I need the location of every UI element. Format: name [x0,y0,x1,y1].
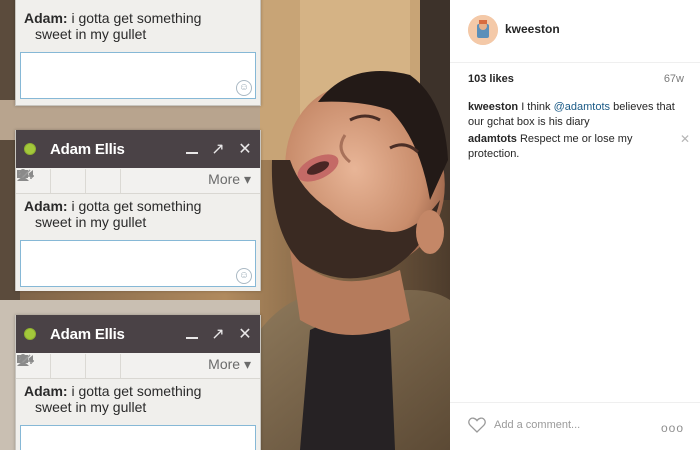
more-menu[interactable]: More ▾ [208,171,251,188]
add-person-icon[interactable] [17,353,121,378]
more-options-icon[interactable]: ooo [661,421,684,435]
chat-message: Adam: i gotta get something sweet in my … [16,194,260,230]
chat-header[interactable]: Adam Ellis ↗ ✕ [16,315,260,353]
close-icon[interactable]: ✕ [238,324,252,344]
chat-box: Adam Ellis ↗ ✕ More ▾ Adam: i gotta get … [15,315,261,450]
comment-username[interactable]: adamtots [468,133,517,145]
likes-count[interactable]: 103 likes [468,73,514,85]
phone-call-icon[interactable] [18,168,86,193]
more-label: More [208,171,241,187]
message-text-line2: sweet in my gullet [35,214,147,230]
close-icon[interactable]: ✕ [238,139,252,159]
avatar[interactable] [468,15,498,45]
chat-toolbar: More ▾ [16,353,260,379]
message-text-line1: i gotta get something [71,198,202,214]
more-label: More [208,356,241,372]
chat-message: Adam: i gotta get something sweet in my … [16,0,260,42]
comments-list: kweeston I think @adamtots believes that… [468,100,690,164]
chat-box-top: Adam: i gotta get something sweet in my … [15,0,261,106]
post-photo: Adam: i gotta get something sweet in my … [0,0,450,450]
post-footer: Add a comment... ooo [450,402,700,451]
message-text-line2: sweet in my gullet [35,399,147,415]
chat-input[interactable]: ☺ [20,240,256,287]
chat-toolbar: More ▾ [16,168,260,194]
minimize-icon[interactable] [186,337,198,339]
message-text-line2: sweet in my gullet [35,26,147,42]
message-text-line1: i gotta get something [71,10,202,26]
popout-icon[interactable]: ↗ [211,139,225,159]
online-status-icon [24,143,36,155]
comment-mention[interactable]: @adamtots [554,101,610,113]
delete-comment-icon[interactable]: ✕ [680,132,690,147]
comment: kweeston I think @adamtots believes that… [468,100,682,130]
post-time-ago: 67w [663,73,684,85]
popout-icon[interactable]: ↗ [211,324,225,344]
post-sidebar: kweeston 103 likes 67w kweeston I think … [450,0,700,450]
message-sender: Adam: [24,198,68,214]
emoji-icon[interactable]: ☺ [236,268,252,284]
contact-name: Adam Ellis [50,140,125,158]
comment-text: I think [518,101,554,113]
emoji-icon[interactable]: ☺ [236,80,252,96]
post-header: kweeston [450,0,700,63]
chat-input[interactable]: ☺ [20,425,256,450]
message-sender: Adam: [24,383,68,399]
message-sender: Adam: [24,10,68,26]
message-text-line1: i gotta get something [71,383,202,399]
chat-header[interactable]: Adam Ellis ↗ ✕ [16,130,260,168]
chat-message: Adam: i gotta get something sweet in my … [16,379,260,415]
chat-box: Adam Ellis ↗ ✕ More ▾ Adam: i gotta get … [15,130,261,291]
online-status-icon [24,328,36,340]
comment-username[interactable]: kweeston [468,101,518,113]
add-comment-input[interactable]: Add a comment... [494,419,580,431]
contact-name: Adam Ellis [50,325,125,343]
comment: adamtots Respect me or lose my protectio… [468,132,690,162]
chat-input[interactable]: ☺ [20,52,256,99]
add-person-icon[interactable] [17,168,121,193]
chevron-down-icon: ▾ [243,356,251,372]
more-menu[interactable]: More ▾ [208,356,251,373]
phone-call-icon[interactable] [18,353,86,378]
chevron-down-icon: ▾ [243,171,251,187]
post-author-username[interactable]: kweeston [505,22,560,36]
heart-icon[interactable] [468,417,486,438]
minimize-icon[interactable] [186,152,198,154]
